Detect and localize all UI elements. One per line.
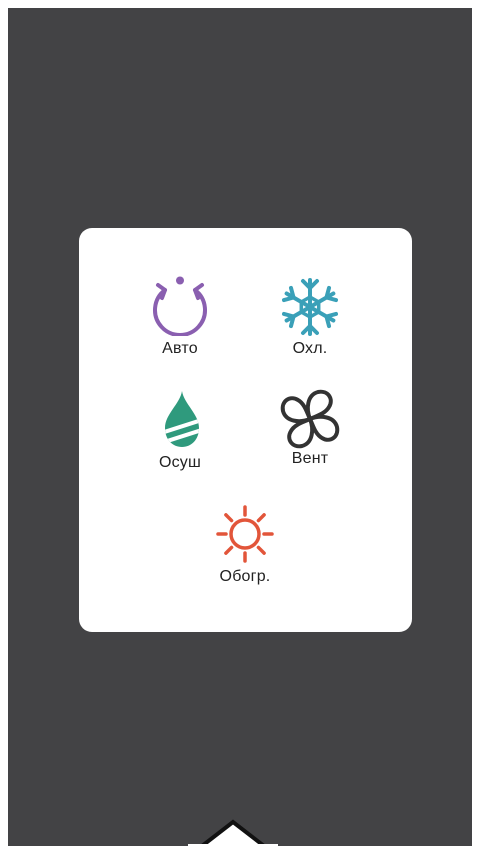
snowflake-icon <box>281 278 339 336</box>
mode-selector-panel: Авто Охл. Осуш Вент Обогр. <box>79 228 412 632</box>
mode-fan-button[interactable]: Вент <box>255 389 365 490</box>
auto-cycle-icon <box>153 276 207 336</box>
water-drop-icon <box>165 391 199 447</box>
mode-heat-label: Обогр. <box>219 568 271 585</box>
close-caret-button[interactable] <box>188 812 278 846</box>
mode-fan-label: Вент <box>291 450 329 467</box>
mode-dry-button[interactable]: Осуш <box>125 390 235 490</box>
mode-dry-label: Осуш <box>158 454 202 471</box>
mode-cool-label: Охл. <box>292 340 328 357</box>
sun-icon <box>216 505 274 563</box>
mode-cool-button[interactable]: Охл. <box>255 276 365 376</box>
fan-icon <box>280 389 340 449</box>
mode-auto-button[interactable]: Авто <box>125 276 235 376</box>
mode-auto-label: Авто <box>162 340 198 357</box>
mode-heat-button[interactable]: Обогр. <box>190 504 300 604</box>
